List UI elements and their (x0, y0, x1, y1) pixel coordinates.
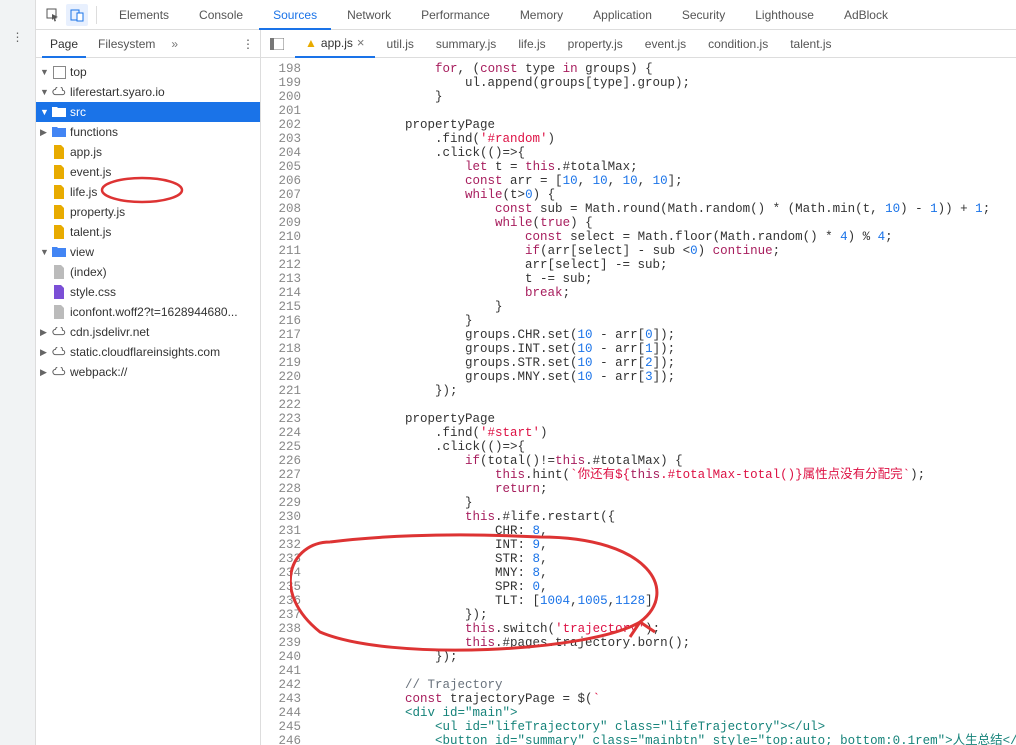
file-tab-summaryjs[interactable]: summary.js (426, 30, 506, 58)
tab-adblock[interactable]: AdBlock (830, 0, 902, 30)
cloud-icon (52, 85, 66, 99)
cloud-icon (52, 365, 66, 379)
sidebar-tab-filesystem[interactable]: Filesystem (90, 30, 163, 58)
tree-file-talentjs[interactable]: talent.js (36, 222, 260, 242)
file-icon (52, 165, 66, 179)
file-tab-propertyjs[interactable]: property.js (558, 30, 633, 58)
file-tab-eventjs[interactable]: event.js (635, 30, 696, 58)
tree-functions[interactable]: ▶functions (36, 122, 260, 142)
tab-lighthouse[interactable]: Lighthouse (741, 0, 828, 30)
code-content[interactable]: for, (const type in groups) { ul.append(… (309, 58, 1016, 745)
warning-icon: ▲ (305, 30, 317, 57)
tree-file-propertyjs[interactable]: property.js (36, 202, 260, 222)
tree-cdn[interactable]: ▶cdn.jsdelivr.net (36, 322, 260, 342)
sidebar-tab-page[interactable]: Page (42, 30, 86, 58)
more-icon[interactable]: ⋮ (0, 30, 35, 44)
file-icon (52, 205, 66, 219)
tab-performance[interactable]: Performance (407, 0, 504, 30)
tab-application[interactable]: Application (579, 0, 666, 30)
tree-file-lifejs[interactable]: life.js (36, 182, 260, 202)
devtools-tabbar: Elements Console Sources Network Perform… (36, 0, 1016, 30)
tree-domain[interactable]: ▼liferestart.syaro.io (36, 82, 260, 102)
tab-sources[interactable]: Sources (259, 0, 331, 30)
folder-icon (52, 105, 66, 119)
sidebar-more-icon[interactable]: » (171, 37, 178, 51)
tab-security[interactable]: Security (668, 0, 739, 30)
close-icon[interactable]: × (357, 30, 365, 57)
file-tab-utiljs[interactable]: util.js (377, 30, 424, 58)
sources-sidebar: Page Filesystem » ⋮ ▼top ▼liferestart.sy… (36, 30, 261, 745)
devtools-panel: Elements Console Sources Network Perform… (36, 0, 1016, 745)
editor-area: ▲app.js× util.js summary.js life.js prop… (261, 30, 1016, 745)
folder-icon (52, 245, 66, 259)
cloud-icon (52, 345, 66, 359)
tab-memory[interactable]: Memory (506, 0, 577, 30)
inspect-element-icon[interactable] (42, 4, 64, 26)
file-tab-appjs[interactable]: ▲app.js× (295, 30, 375, 58)
tree-webpack[interactable]: ▶webpack:// (36, 362, 260, 382)
tree-file-eventjs[interactable]: event.js (36, 162, 260, 182)
tree-file-stylecss[interactable]: style.css (36, 282, 260, 302)
toggle-sidebar-icon[interactable] (267, 34, 287, 54)
tab-elements[interactable]: Elements (105, 0, 183, 30)
file-tree[interactable]: ▼top ▼liferestart.syaro.io ▼src ▶functio… (36, 58, 260, 745)
cloud-icon (52, 325, 66, 339)
file-tab-lifejs[interactable]: life.js (508, 30, 555, 58)
tree-file-index[interactable]: (index) (36, 262, 260, 282)
tree-file-iconfont[interactable]: iconfont.woff2?t=1628944680... (36, 302, 260, 322)
file-tabs: ▲app.js× util.js summary.js life.js prop… (261, 30, 1016, 58)
file-tab-conditionjs[interactable]: condition.js (698, 30, 778, 58)
file-icon (52, 185, 66, 199)
tab-network[interactable]: Network (333, 0, 405, 30)
file-tab-talentjs[interactable]: talent.js (780, 30, 841, 58)
browser-gutter: ⋮ (0, 0, 36, 745)
file-icon (52, 225, 66, 239)
tree-top[interactable]: ▼top (36, 62, 260, 82)
tree-file-appjs[interactable]: app.js (36, 142, 260, 162)
file-icon (52, 285, 66, 299)
tree-view[interactable]: ▼view (36, 242, 260, 262)
sidebar-menu-icon[interactable]: ⋮ (242, 37, 254, 51)
file-icon (52, 265, 66, 279)
tree-cloudflare[interactable]: ▶static.cloudflareinsights.com (36, 342, 260, 362)
file-icon (52, 145, 66, 159)
tab-console[interactable]: Console (185, 0, 257, 30)
code-editor[interactable]: 1981992002012022032042052062072082092102… (261, 58, 1016, 745)
folder-icon (52, 125, 66, 139)
device-toggle-icon[interactable] (66, 4, 88, 26)
tree-src[interactable]: ▼src (36, 102, 260, 122)
file-icon (52, 305, 66, 319)
line-gutter: 1981992002012022032042052062072082092102… (261, 58, 309, 745)
